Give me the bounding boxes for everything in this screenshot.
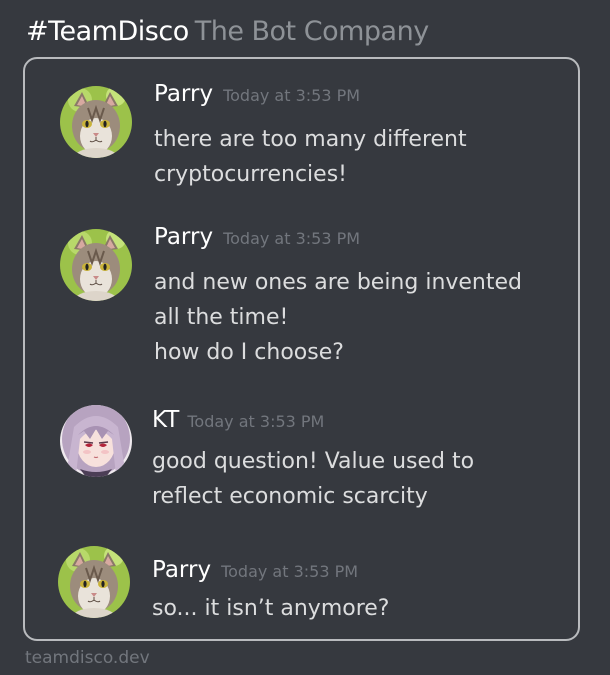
message-line: so... it isn’t anymore? (152, 596, 390, 621)
author-name[interactable]: KT (152, 407, 179, 433)
message-line: how do I choose? (154, 340, 344, 365)
message-timestamp: Today at 3:53 PM (187, 412, 325, 431)
company-name: The Bot Company (194, 16, 429, 47)
message-header: Parry Today at 3:53 PM (152, 557, 358, 583)
message-text: good question! Value used to reflect eco… (152, 444, 474, 514)
message-line: there are too many different (154, 127, 467, 152)
anime-girl-avatar-icon[interactable] (60, 405, 132, 477)
message-timestamp: Today at 3:53 PM (223, 86, 361, 105)
author-name[interactable]: Parry (154, 81, 213, 107)
author-name[interactable]: Parry (152, 557, 211, 583)
message-text: and new ones are being invented all the … (154, 265, 522, 370)
message-header: KT Today at 3:53 PM (152, 407, 324, 433)
page-header: #TeamDisco The Bot Company (26, 16, 429, 47)
author-name[interactable]: Parry (154, 224, 213, 250)
message-line: and new ones are being invented (154, 270, 523, 295)
footer-site: teamdisco.dev (25, 648, 150, 668)
message-header: Parry Today at 3:53 PM (154, 224, 360, 250)
message-timestamp: Today at 3:53 PM (221, 562, 359, 581)
message-line: good question! Value used to (152, 449, 475, 474)
message-line: cryptocurrencies! (154, 162, 347, 187)
message-line: all the time! (154, 305, 289, 330)
chat-frame: Parry Today at 3:53 PM there are too many… (23, 57, 580, 641)
cat-avatar-icon[interactable] (58, 546, 130, 618)
message-line: reflect economic scarcity (152, 484, 428, 509)
message-text: there are too many different cryptocurre… (154, 122, 467, 192)
message-text: so... it isn’t anymore? (152, 591, 389, 626)
cat-avatar-icon[interactable] (60, 86, 132, 158)
cat-avatar-icon[interactable] (60, 229, 132, 301)
channel-title: #TeamDisco (26, 16, 189, 47)
message-header: Parry Today at 3:53 PM (154, 81, 360, 107)
message-timestamp: Today at 3:53 PM (223, 229, 361, 248)
